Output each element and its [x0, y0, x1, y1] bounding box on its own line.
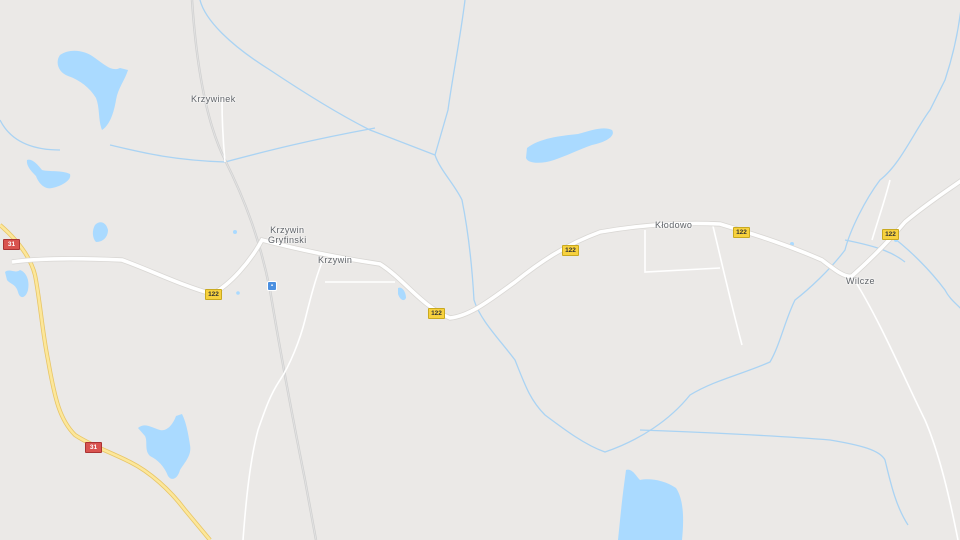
label-klodowo[interactable]: Kłodowo [655, 220, 692, 230]
route-31-shield: 31 [3, 239, 20, 250]
label-wilcze[interactable]: Wilcze [846, 276, 875, 286]
route-122-shield: 122 [428, 308, 445, 319]
route-122-shield: 122 [205, 289, 222, 300]
route-31-shield: 31 [85, 442, 102, 453]
label-krzywin[interactable]: Krzywin [318, 255, 352, 265]
route-122-shield: 122 [733, 227, 750, 238]
route-122-shield: 122 [882, 229, 899, 240]
route-122-shield: 122 [562, 245, 579, 256]
label-krzywin-gryfinski[interactable]: Krzywin Gryfinski [268, 225, 307, 245]
map-layers [0, 0, 960, 540]
lake-pond-5 [236, 291, 240, 295]
map-canvas[interactable]: Krzywinek Krzywin Gryfinski Krzywin Kłod… [0, 0, 960, 540]
lake-pond-4 [233, 230, 237, 234]
label-krzywinek[interactable]: Krzywinek [191, 94, 236, 104]
train-stop-icon[interactable]: ▪ [267, 281, 277, 291]
